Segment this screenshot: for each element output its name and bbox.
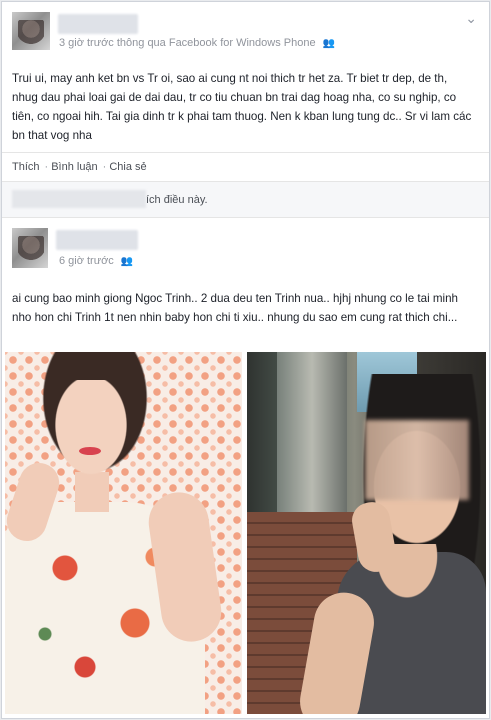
post-timestamp[interactable]: 3 giờ trước thông qua Facebook for Windo… bbox=[59, 37, 316, 49]
photo-left[interactable] bbox=[5, 352, 242, 714]
photo-right[interactable] bbox=[247, 352, 486, 714]
separator: · bbox=[44, 161, 49, 173]
likes-row: ích điều này. bbox=[2, 182, 489, 218]
share-link[interactable]: Chia sẻ bbox=[109, 161, 146, 173]
screenshot-frame: 3 giờ trước thông qua Facebook for Windo… bbox=[1, 1, 490, 719]
chevron-down-icon[interactable]: ⌄ bbox=[465, 10, 477, 27]
likers-blurred[interactable] bbox=[12, 190, 146, 208]
post-actions: Thích · Bình luận · Chia sẻ bbox=[2, 152, 489, 182]
like-link[interactable]: Thích bbox=[12, 161, 40, 173]
photo-face bbox=[51, 380, 131, 480]
post-meta: 3 giờ trước thông qua Facebook for Windo… bbox=[59, 37, 335, 49]
post-text: Trui ui, may anh ket bn vs Tr oi, sao ai… bbox=[12, 72, 472, 142]
post-meta: 6 giờ trước 👥 bbox=[59, 255, 133, 267]
separator: · bbox=[102, 161, 107, 173]
author-name-blurred[interactable] bbox=[56, 230, 138, 250]
face-pixelation bbox=[365, 420, 469, 500]
avatar[interactable] bbox=[12, 12, 50, 50]
photo-lips bbox=[79, 447, 101, 455]
comment-link[interactable]: Bình luận bbox=[51, 161, 97, 173]
post1-header: 3 giờ trước thông qua Facebook for Windo… bbox=[2, 2, 489, 52]
post-text: ai cung bao minh giong Ngoc Trinh.. 2 du… bbox=[12, 292, 459, 324]
author-name-blurred[interactable] bbox=[58, 14, 138, 34]
post-timestamp[interactable]: 6 giờ trước bbox=[59, 255, 114, 267]
likes-text: ích điều này. bbox=[146, 194, 208, 206]
friends-icon: 👥 bbox=[322, 38, 336, 49]
photo-pipe bbox=[277, 352, 347, 522]
friends-icon: 👥 bbox=[120, 256, 134, 267]
avatar[interactable] bbox=[12, 228, 48, 268]
